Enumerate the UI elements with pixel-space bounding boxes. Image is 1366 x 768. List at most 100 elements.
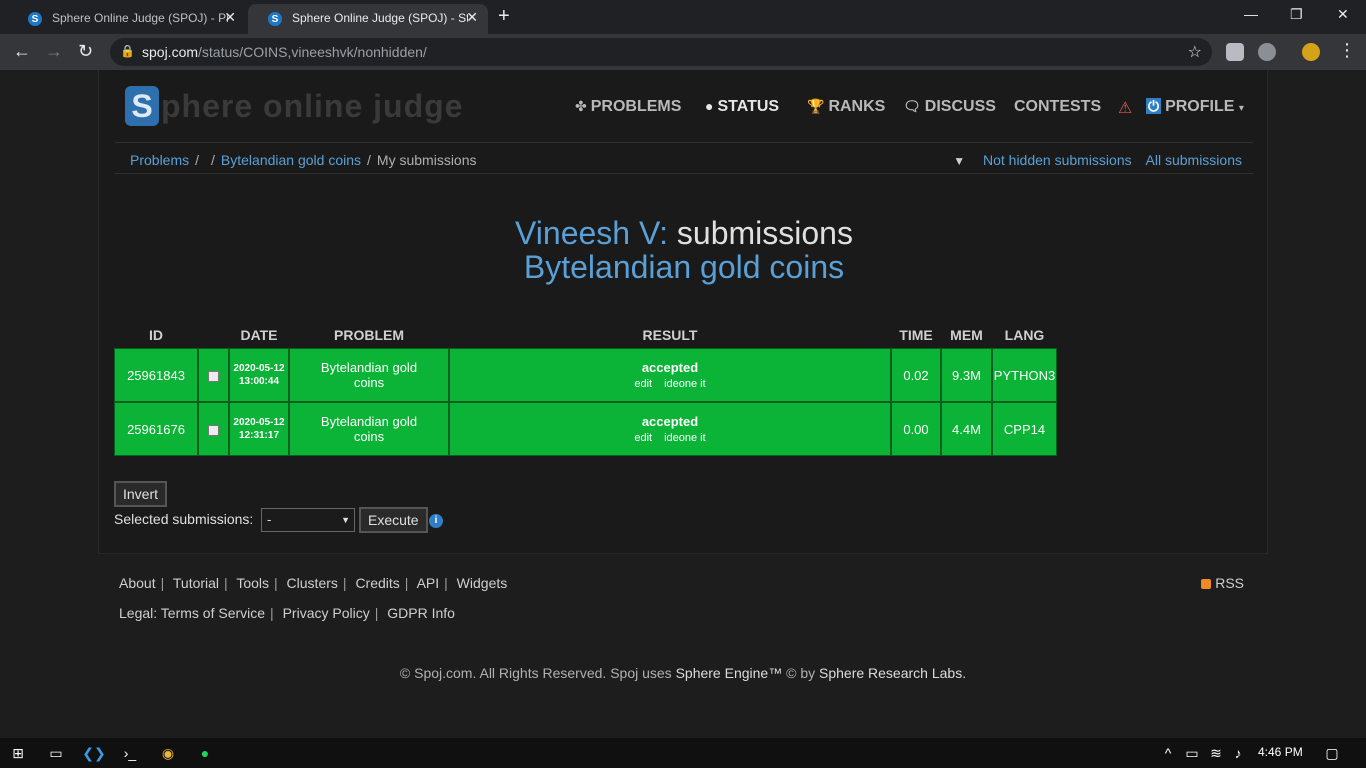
forward-icon[interactable]: →	[45, 41, 63, 62]
comments-icon: 🗨	[903, 98, 921, 114]
nav-contests[interactable]: CONTESTS	[1014, 98, 1101, 116]
power-icon: ⏻	[1146, 98, 1162, 114]
not-hidden-submissions-link[interactable]: Not hidden submissions	[983, 152, 1132, 168]
breadcrumb-problems[interactable]: Problems	[130, 152, 189, 168]
nav-problems[interactable]: ✤ PROBLEMS	[575, 98, 681, 116]
restore-icon[interactable]: ❐	[1290, 6, 1303, 23]
submission-id: 25961843	[114, 348, 198, 402]
close-tab-icon[interactable]: ✕	[224, 9, 236, 26]
execute-button[interactable]: Execute	[359, 507, 428, 533]
user-name[interactable]: Vineesh V:	[515, 215, 668, 251]
volume-icon[interactable]: ♪	[1228, 743, 1248, 763]
row-select	[198, 402, 229, 456]
all-submissions-link[interactable]: All submissions	[1146, 152, 1242, 168]
notifications-icon[interactable]: ▢	[1322, 743, 1342, 763]
divider	[115, 142, 1253, 143]
copyright: © Spoj.com. All Rights Reserved. Spoj us…	[399, 665, 967, 681]
browser-tab-bar: S Sphere Online Judge (SPOJ) - Pro ✕ S S…	[0, 0, 1366, 34]
bookmark-star-icon[interactable]: ☆	[1188, 42, 1202, 62]
logo-badge: S	[125, 86, 159, 126]
edit-link[interactable]: edit	[634, 378, 652, 390]
caret-down-icon: ▾	[1238, 103, 1244, 114]
title-problem[interactable]: Bytelandian gold coins	[99, 250, 1269, 284]
submission-date: 2020-05-12 12:31:17	[229, 402, 289, 456]
browser-tab-status[interactable]: S Sphere Online Judge (SPOJ) - Sta ✕	[248, 4, 488, 34]
windows-start-icon[interactable]: ⊞	[8, 743, 28, 763]
submission-lang: CPP14	[992, 402, 1057, 456]
filter-icon: ▼	[953, 154, 966, 168]
desktop-app-icon[interactable]: ▭	[46, 743, 66, 763]
submission-result: accepted edit ideone it	[449, 348, 891, 402]
taskbar: ⊞ ▭ ❮❯ ›_ ◉ ● ^ ▭ ≋ ♪ 4:46 PM ▢	[0, 738, 1366, 768]
avatar[interactable]	[1302, 43, 1320, 61]
info-icon[interactable]: i	[429, 514, 443, 528]
terminal-icon[interactable]: ›_	[120, 743, 140, 763]
trophy-icon: 🏆	[807, 98, 825, 114]
submission-problem[interactable]: Bytelandian gold coins	[289, 348, 449, 402]
table-row: 25961676 2020-05-12 12:31:17 Bytelandian …	[114, 402, 1057, 456]
chrome-icon[interactable]: ◉	[158, 743, 178, 763]
reload-icon[interactable]: ↻	[78, 41, 93, 62]
address-bar[interactable]: 🔒 spoj.com/status/COINS,vineeshvk/nonhid…	[110, 38, 1212, 66]
tray-chevron-up-icon[interactable]: ^	[1158, 743, 1178, 763]
minimize-icon[interactable]: —	[1244, 6, 1258, 22]
spotify-icon[interactable]: ●	[195, 743, 215, 763]
invert-button[interactable]: Invert	[114, 481, 168, 507]
ideone-link[interactable]: ideone it	[664, 432, 706, 444]
menu-icon[interactable]: ⋮	[1338, 40, 1356, 61]
close-tab-icon[interactable]: ✕	[466, 9, 478, 26]
close-window-icon[interactable]: ✕	[1337, 6, 1349, 23]
submission-date: 2020-05-12 13:00:44	[229, 348, 289, 402]
new-tab-button[interactable]: +	[498, 5, 510, 28]
nav-status[interactable]: ● STATUS	[705, 98, 779, 116]
spoj-logo[interactable]: S phere online judge	[125, 86, 463, 126]
edit-link[interactable]: edit	[634, 432, 652, 444]
ideone-link[interactable]: ideone it	[664, 378, 706, 390]
footer-link-tutorial[interactable]: Tutorial	[173, 575, 219, 591]
submission-problem[interactable]: Bytelandian gold coins	[289, 402, 449, 456]
logo-text: phere online judge	[161, 87, 464, 124]
footer-link-tools[interactable]: Tools	[236, 575, 269, 591]
lock-icon: 🔒	[120, 44, 135, 58]
extension-icon[interactable]	[1226, 43, 1244, 61]
footer-link-clusters[interactable]: Clusters	[287, 575, 338, 591]
rss-link[interactable]: RSS	[1201, 575, 1244, 591]
vscode-icon[interactable]: ❮❯	[82, 743, 105, 763]
browser-tab-problems[interactable]: S Sphere Online Judge (SPOJ) - Pro ✕	[8, 4, 246, 34]
page-title: Vineesh V: submissions Bytelandian gold …	[99, 216, 1269, 284]
submission-time: 0.00	[891, 402, 941, 456]
sphere-labs-link[interactable]: Sphere Research Labs.	[819, 665, 966, 681]
battery-icon[interactable]: ▭	[1182, 743, 1202, 763]
breadcrumb-problem[interactable]: Bytelandian gold coins	[221, 152, 361, 168]
table-header-row: ID DATE PROBLEM RESULT TIME MEM LANG	[114, 322, 1057, 348]
footer-link-privacy[interactable]: Privacy Policy	[283, 605, 370, 621]
nav-profile[interactable]: ⏻ PROFILE ▾	[1146, 98, 1244, 116]
result-status[interactable]: accepted	[450, 360, 890, 375]
sphere-engine-link[interactable]: Sphere Engine™	[676, 665, 783, 681]
nav-discuss[interactable]: 🗨 DISCUSS	[903, 98, 996, 116]
submission-mem: 9.3M	[941, 348, 992, 402]
clock[interactable]: 4:46 PM	[1258, 745, 1303, 759]
footer-link-gdpr[interactable]: GDPR Info	[387, 605, 455, 621]
select-checkbox[interactable]	[208, 424, 219, 436]
footer-link-credits[interactable]: Credits	[355, 575, 399, 591]
result-status[interactable]: accepted	[450, 414, 890, 429]
warning-icon[interactable]: ⚠	[1118, 98, 1132, 118]
select-checkbox[interactable]	[208, 370, 219, 382]
col-select	[198, 322, 229, 348]
nav-ranks[interactable]: 🏆 RANKS	[807, 98, 885, 116]
wifi-icon[interactable]: ≋	[1206, 743, 1226, 763]
footer-link-about[interactable]: About	[119, 575, 156, 591]
col-id: ID	[149, 327, 163, 343]
incognito-extension-icon[interactable]	[1258, 43, 1276, 61]
tab-title: Sphere Online Judge (SPOJ) - Sta	[292, 11, 468, 25]
submission-mem: 4.4M	[941, 402, 992, 456]
spoj-favicon-icon: S	[28, 12, 42, 26]
footer-link-terms[interactable]: Terms of Service	[161, 605, 265, 621]
footer-link-widgets[interactable]: Widgets	[457, 575, 508, 591]
footer-link-api[interactable]: API	[417, 575, 440, 591]
breadcrumb-current: My submissions	[376, 152, 477, 168]
submission-time: 0.02	[891, 348, 941, 402]
selected-action-select[interactable]: - ▼	[261, 508, 355, 532]
back-icon[interactable]: ←	[13, 41, 31, 62]
